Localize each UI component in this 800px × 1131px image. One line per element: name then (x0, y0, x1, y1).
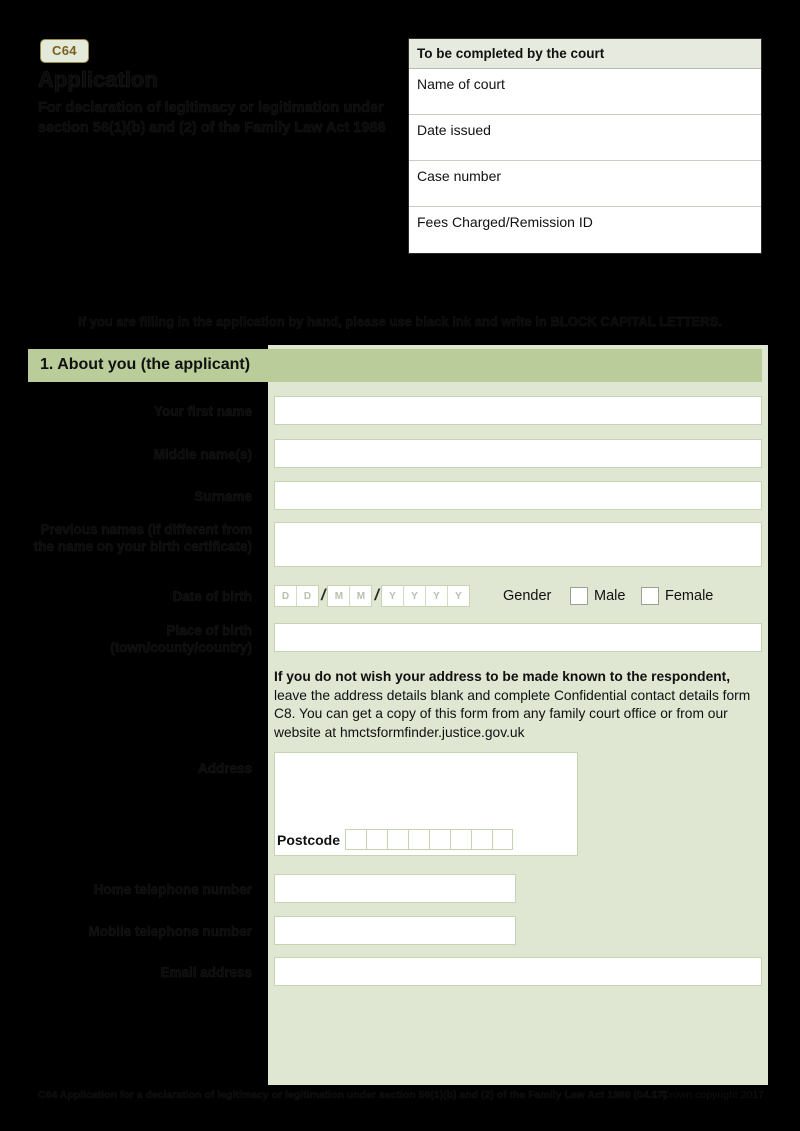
footer-copyright: © Crown copyright 2017 (651, 1089, 764, 1101)
postcode-cell-5[interactable] (429, 829, 450, 850)
postcode-cell-6[interactable] (450, 829, 471, 850)
court-row-label: Name of court (417, 76, 505, 92)
court-row-label: Fees Charged/Remission ID (417, 214, 593, 230)
postcode-cell-7[interactable] (471, 829, 492, 850)
place-of-birth-label: Place of birth (town/county/country) (110, 623, 252, 655)
postcode-cell-3[interactable] (387, 829, 408, 850)
email-input[interactable] (274, 957, 762, 986)
address-input[interactable]: Postcode (274, 752, 578, 856)
dob-year-cell-3[interactable]: Y (426, 586, 448, 606)
surname-label: Surname (194, 489, 252, 504)
dob-month-cell-1[interactable]: M (328, 586, 351, 606)
notice-rest: leave the address details blank and comp… (274, 687, 751, 740)
gender-label: Gender (503, 588, 552, 604)
court-row-fees-charged[interactable]: Fees Charged/Remission ID (409, 207, 761, 253)
gender-option-male-label: Male (594, 588, 626, 604)
dob-year-cell-2[interactable]: Y (404, 586, 426, 606)
postcode-label: Postcode (277, 832, 341, 848)
form-code-badge: C64 (40, 39, 89, 63)
court-row-label: Date issued (417, 122, 491, 138)
court-row-case-number[interactable]: Case number (409, 161, 761, 207)
dob-month-group[interactable]: M M (327, 585, 373, 607)
home-phone-input[interactable] (274, 874, 516, 903)
dob-separator-2: / (374, 587, 379, 604)
page-title: Application (38, 67, 158, 93)
dob-day-group[interactable]: D D (274, 585, 319, 607)
section-heading-label: 1. About you (the applicant) (40, 356, 251, 373)
dob-day-cell-1[interactable]: D (275, 586, 297, 606)
gender-checkbox-female[interactable] (641, 587, 659, 605)
mobile-phone-input[interactable] (274, 916, 516, 945)
middle-names-label: Middle name(s) (153, 447, 253, 462)
address-label: Address (197, 761, 252, 776)
court-row-label: Case number (417, 168, 502, 184)
date-of-birth-label: Date of birth (172, 589, 252, 604)
mobile-phone-label: Mobile telephone number (88, 924, 252, 939)
footer-left-text: C64 Application for a declaration of leg… (38, 1089, 667, 1101)
court-table-header: To be completed by the court (409, 39, 761, 69)
gender-checkbox-male[interactable] (570, 587, 588, 605)
place-of-birth-input[interactable] (274, 623, 762, 652)
home-phone-label: Home telephone number (93, 882, 253, 897)
handwriting-instruction: If you are filling in the application by… (78, 314, 722, 329)
postcode-cell-2[interactable] (366, 829, 387, 850)
notice-bold-lead: If you do not wish your address to be ma… (274, 669, 731, 684)
page-subtitle: For declaration of legitimacy or legitim… (38, 100, 386, 136)
postcode-cell-1[interactable] (345, 829, 366, 850)
email-label: Email address (160, 965, 252, 980)
middle-names-input[interactable] (274, 439, 762, 468)
form-page: C64 Application For declaration of legit… (0, 0, 800, 1131)
postcode-cell-4[interactable] (408, 829, 429, 850)
postcode-input[interactable] (345, 829, 513, 850)
dob-day-cell-2[interactable]: D (297, 586, 318, 606)
gender-option-female-label: Female (665, 588, 714, 604)
previous-names-input[interactable] (274, 522, 762, 567)
dob-year-cell-1[interactable]: Y (382, 586, 404, 606)
court-row-date-issued[interactable]: Date issued (409, 115, 761, 161)
first-name-input[interactable] (274, 396, 762, 425)
date-of-birth-input[interactable]: D D / M M / Y Y Y Y (274, 585, 470, 607)
dob-separator-1: / (321, 587, 326, 604)
dob-year-cell-4[interactable]: Y (448, 586, 469, 606)
surname-input[interactable] (274, 481, 762, 510)
first-name-label: Your first name (153, 404, 252, 419)
section-header-about-you: 1. About you (the applicant) (28, 349, 762, 382)
dob-year-group[interactable]: Y Y Y Y (380, 585, 470, 607)
court-row-name-of-court[interactable]: Name of court (409, 69, 761, 115)
confidential-address-notice: If you do not wish your address to be ma… (274, 668, 764, 742)
previous-names-label: Previous names (if different from the na… (33, 522, 252, 554)
court-use-table: To be completed by the court Name of cou… (408, 38, 762, 254)
postcode-cell-8[interactable] (492, 829, 513, 850)
dob-month-cell-2[interactable]: M (350, 586, 371, 606)
